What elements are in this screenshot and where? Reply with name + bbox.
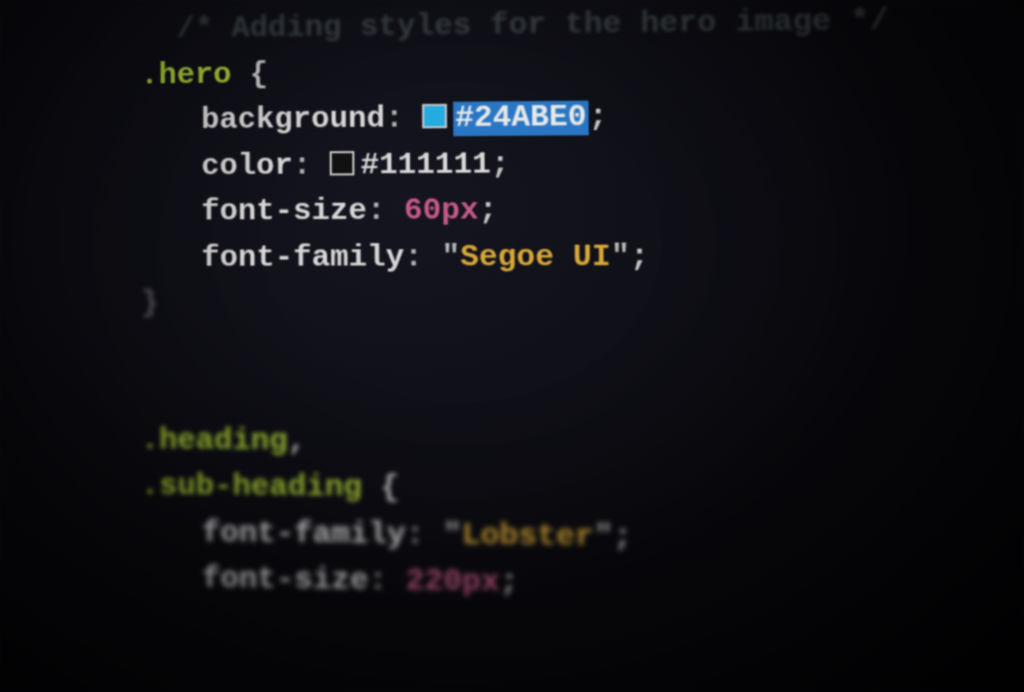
string-value: Lobster (462, 518, 594, 554)
selector-line-hero: .hero { (140, 45, 1024, 98)
brace-open: { (381, 471, 400, 506)
property-color: color (201, 149, 293, 184)
selector-dot: . (141, 469, 159, 504)
comment-text: /* Adding styles for the hero image */ (177, 4, 890, 47)
brace-close-line: } (141, 282, 1024, 328)
colon: : (404, 240, 423, 275)
quote: " (443, 518, 462, 553)
colon: : (406, 518, 425, 553)
quote: " (594, 520, 613, 555)
semicolon: ; (500, 566, 519, 601)
semicolon: ; (589, 100, 608, 135)
string-value: Segoe UI (460, 240, 611, 275)
hex-value: #111111 (361, 148, 492, 183)
selector-subheading: sub-heading (159, 470, 362, 506)
colon: : (293, 149, 312, 183)
colon: : (369, 564, 388, 599)
decl-fontsize2: font-size: 220px; (141, 557, 1024, 613)
number-value: 60 (404, 194, 441, 229)
comma: , (288, 424, 307, 459)
property-background: background (201, 102, 385, 138)
unit-value: px (462, 565, 500, 600)
hex-value-selected[interactable]: #24ABE0 (453, 101, 589, 137)
property-fontfamily: font-family (201, 241, 404, 276)
decl-fontfamily2: font-family: "Lobster"; (141, 511, 1024, 565)
color-swatch-icon[interactable] (422, 104, 447, 129)
code-editor[interactable]: /* Adding styles for the hero image */ .… (0, 0, 1024, 614)
decl-color: color: #111111; (140, 140, 1024, 190)
number-value: 220 (406, 565, 462, 601)
brace-close: } (141, 287, 159, 321)
semicolon: ; (613, 520, 632, 555)
selector-line-subheading: .sub-heading { (141, 465, 1024, 518)
property-fontsize: font-size (201, 195, 367, 230)
selector-line-heading: .heading, (141, 419, 1024, 470)
selector-hero: hero (159, 58, 232, 93)
decl-fontsize: font-size: 60px; (141, 187, 1024, 235)
colon: : (367, 194, 386, 229)
comment-line: /* Adding styles for the hero image */ (140, 0, 1024, 53)
semicolon: ; (491, 148, 510, 183)
decl-fontfamily: font-family: "Segoe UI"; (141, 235, 1024, 281)
brace-open: { (250, 58, 268, 92)
semicolon: ; (630, 240, 649, 275)
semicolon: ; (479, 194, 498, 229)
unit-value: px (441, 194, 479, 229)
color-swatch-icon[interactable] (330, 151, 355, 175)
colon: : (385, 102, 404, 137)
quote: " (611, 240, 630, 275)
selector-heading: heading (159, 424, 288, 459)
property-fontsize: font-size (202, 562, 369, 599)
quote: " (442, 240, 461, 275)
selector-dot: . (141, 423, 159, 457)
property-fontfamily: font-family (202, 516, 406, 553)
decl-background: background: #24ABE0; (140, 92, 1024, 144)
selector-dot: . (140, 59, 158, 93)
